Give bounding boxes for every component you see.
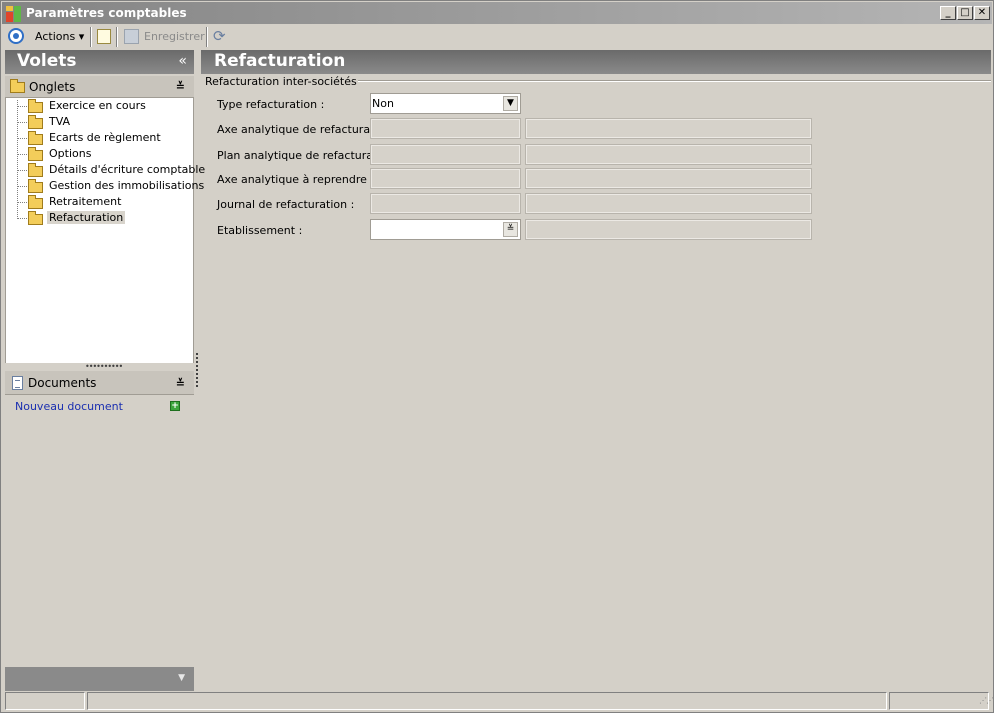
circle-target-icon[interactable] [8, 28, 24, 44]
onglets-tree: Exercice en cours TVA Ecarts de règlemen… [5, 98, 205, 363]
volets-header: Volets « [5, 50, 194, 74]
tree-item-label: Refacturation [47, 211, 126, 224]
toolbar-separator [90, 27, 92, 47]
tree-item-label: Gestion des immobilisations [49, 179, 205, 192]
documents-panel: Nouveau document + [5, 395, 194, 667]
folder-icon [28, 99, 43, 113]
journal-refacturation-desc-field[interactable] [525, 193, 812, 214]
type-refacturation-label: Type refacturation : [217, 98, 325, 111]
tree-item-retraitement[interactable]: Retraitement [6, 194, 191, 210]
plan-analytique-refacturation-code-field[interactable] [370, 144, 521, 165]
folder-icon [28, 131, 43, 145]
chevron-up-icon[interactable]: ≚ [176, 377, 185, 390]
axe-analytique-reprendre-desc-field[interactable] [525, 168, 812, 189]
axe-analytique-refacturation-desc-field[interactable] [525, 118, 812, 139]
close-button[interactable]: ✕ [974, 6, 990, 20]
add-icon[interactable]: + [170, 401, 180, 411]
tree-item-refacturation[interactable]: Refacturation [6, 210, 191, 226]
plan-analytique-refacturation-desc-field[interactable] [525, 144, 812, 165]
open-folder-icon [28, 211, 43, 225]
type-refacturation-value: Non [372, 97, 394, 110]
toolbar: Actions ▾ Enregistrer ⟳ [2, 25, 992, 49]
axe-analytique-refacturation-code-field[interactable] [370, 118, 521, 139]
folder-icon [10, 79, 25, 93]
chevron-up-icon[interactable]: ≚ [176, 80, 185, 93]
tree-item-tva[interactable]: TVA [6, 114, 191, 130]
tree-connector [17, 154, 27, 155]
refresh-icon[interactable]: ⟳ [213, 28, 230, 45]
tree-connector [17, 138, 27, 139]
page-title: Refacturation [214, 51, 346, 71]
status-bar: ⋰⋰ [2, 691, 994, 711]
new-document-link[interactable]: Nouveau document [15, 400, 123, 413]
actions-menu-button[interactable]: Actions ▾ [35, 30, 84, 43]
tree-item-label: Exercice en cours [49, 99, 146, 112]
tree-item-gestion-immobilisations[interactable]: Gestion des immobilisations [6, 178, 204, 194]
tree-item-ecarts-de-reglement[interactable]: Ecarts de règlement [6, 130, 191, 146]
window-title: Paramètres comptables [26, 6, 187, 20]
new-document-icon[interactable] [97, 29, 111, 44]
tree-connector [17, 202, 27, 203]
splitter-grip: •••••••••• [85, 362, 123, 371]
onglets-section-header[interactable]: Onglets ≚ [5, 76, 194, 98]
tree-item-exercice-en-cours[interactable]: Exercice en cours [6, 98, 191, 114]
tree-connector [17, 106, 27, 107]
etablissement-select[interactable]: ≚ [370, 219, 521, 240]
etablissement-desc-field[interactable] [525, 219, 812, 240]
tree-item-options[interactable]: Options [6, 146, 191, 162]
folder-icon [28, 195, 43, 209]
chevron-down-icon[interactable]: ▼ [178, 673, 185, 683]
actions-label: Actions [35, 30, 76, 43]
axe-analytique-reprendre-code-field[interactable] [370, 168, 521, 189]
etablissement-label: Etablissement : [217, 224, 303, 237]
maximize-button[interactable]: □ [957, 6, 973, 20]
save-icon[interactable] [124, 29, 139, 44]
tree-connector [17, 218, 27, 219]
documents-section-header[interactable]: Documents ≚ [5, 371, 194, 395]
onglets-title: Onglets [29, 80, 76, 94]
tree-item-label: Options [49, 147, 92, 160]
folder-icon [28, 115, 43, 129]
folder-icon [28, 163, 43, 177]
tree-item-label: Ecarts de règlement [49, 131, 161, 144]
journal-refacturation-label: Journal de refacturation : [217, 198, 355, 211]
resize-grip-icon[interactable]: ⋰⋰ [979, 697, 994, 708]
type-refacturation-select[interactable]: Non ▼ [370, 93, 521, 114]
journal-refacturation-code-field[interactable] [370, 193, 521, 214]
group-title: Refacturation inter-sociétés [204, 75, 358, 88]
axe-analytique-reprendre-label: Axe analytique à reprendre : [217, 173, 375, 186]
tree-item-label: Retraitement [49, 195, 122, 208]
status-cell [87, 692, 887, 710]
tree-connector [17, 186, 27, 187]
minimize-button[interactable]: _ [940, 6, 956, 20]
tree-item-details-ecriture[interactable]: Détails d'écriture comptable [6, 162, 205, 178]
plan-analytique-refacturation-label: Plan analytique de refacturation [217, 149, 395, 162]
status-cell [5, 692, 85, 710]
title-bar[interactable]: Paramètres comptables _ □ ✕ [2, 2, 992, 24]
documents-title: Documents [28, 376, 97, 390]
main-header: Refacturation [201, 50, 991, 74]
tree-item-label: Détails d'écriture comptable [49, 163, 206, 176]
vertical-splitter[interactable] [196, 353, 198, 387]
chevron-double-down-icon[interactable]: ≚ [503, 222, 518, 237]
folder-icon [28, 179, 43, 193]
volets-options-bar[interactable]: ▼ [5, 667, 194, 691]
tree-connector [17, 122, 27, 123]
main-window: Paramètres comptables _ □ ✕ Actions ▾ En… [0, 0, 994, 713]
tree-connector [17, 170, 27, 171]
tree-item-label: TVA [49, 115, 71, 128]
chevron-down-icon[interactable]: ▼ [503, 96, 518, 111]
volets-title: Volets [17, 51, 77, 71]
panel-splitter[interactable]: •••••••••• [5, 362, 194, 371]
save-button-label[interactable]: Enregistrer [144, 30, 205, 43]
toolbar-separator [206, 27, 208, 47]
chevron-down-icon: ▾ [78, 30, 85, 43]
toolbar-separator [116, 27, 118, 47]
status-cell [889, 692, 989, 710]
app-icon [6, 6, 22, 22]
collapse-panel-icon[interactable]: « [178, 53, 187, 69]
folder-icon [28, 147, 43, 161]
document-icon [12, 376, 23, 390]
